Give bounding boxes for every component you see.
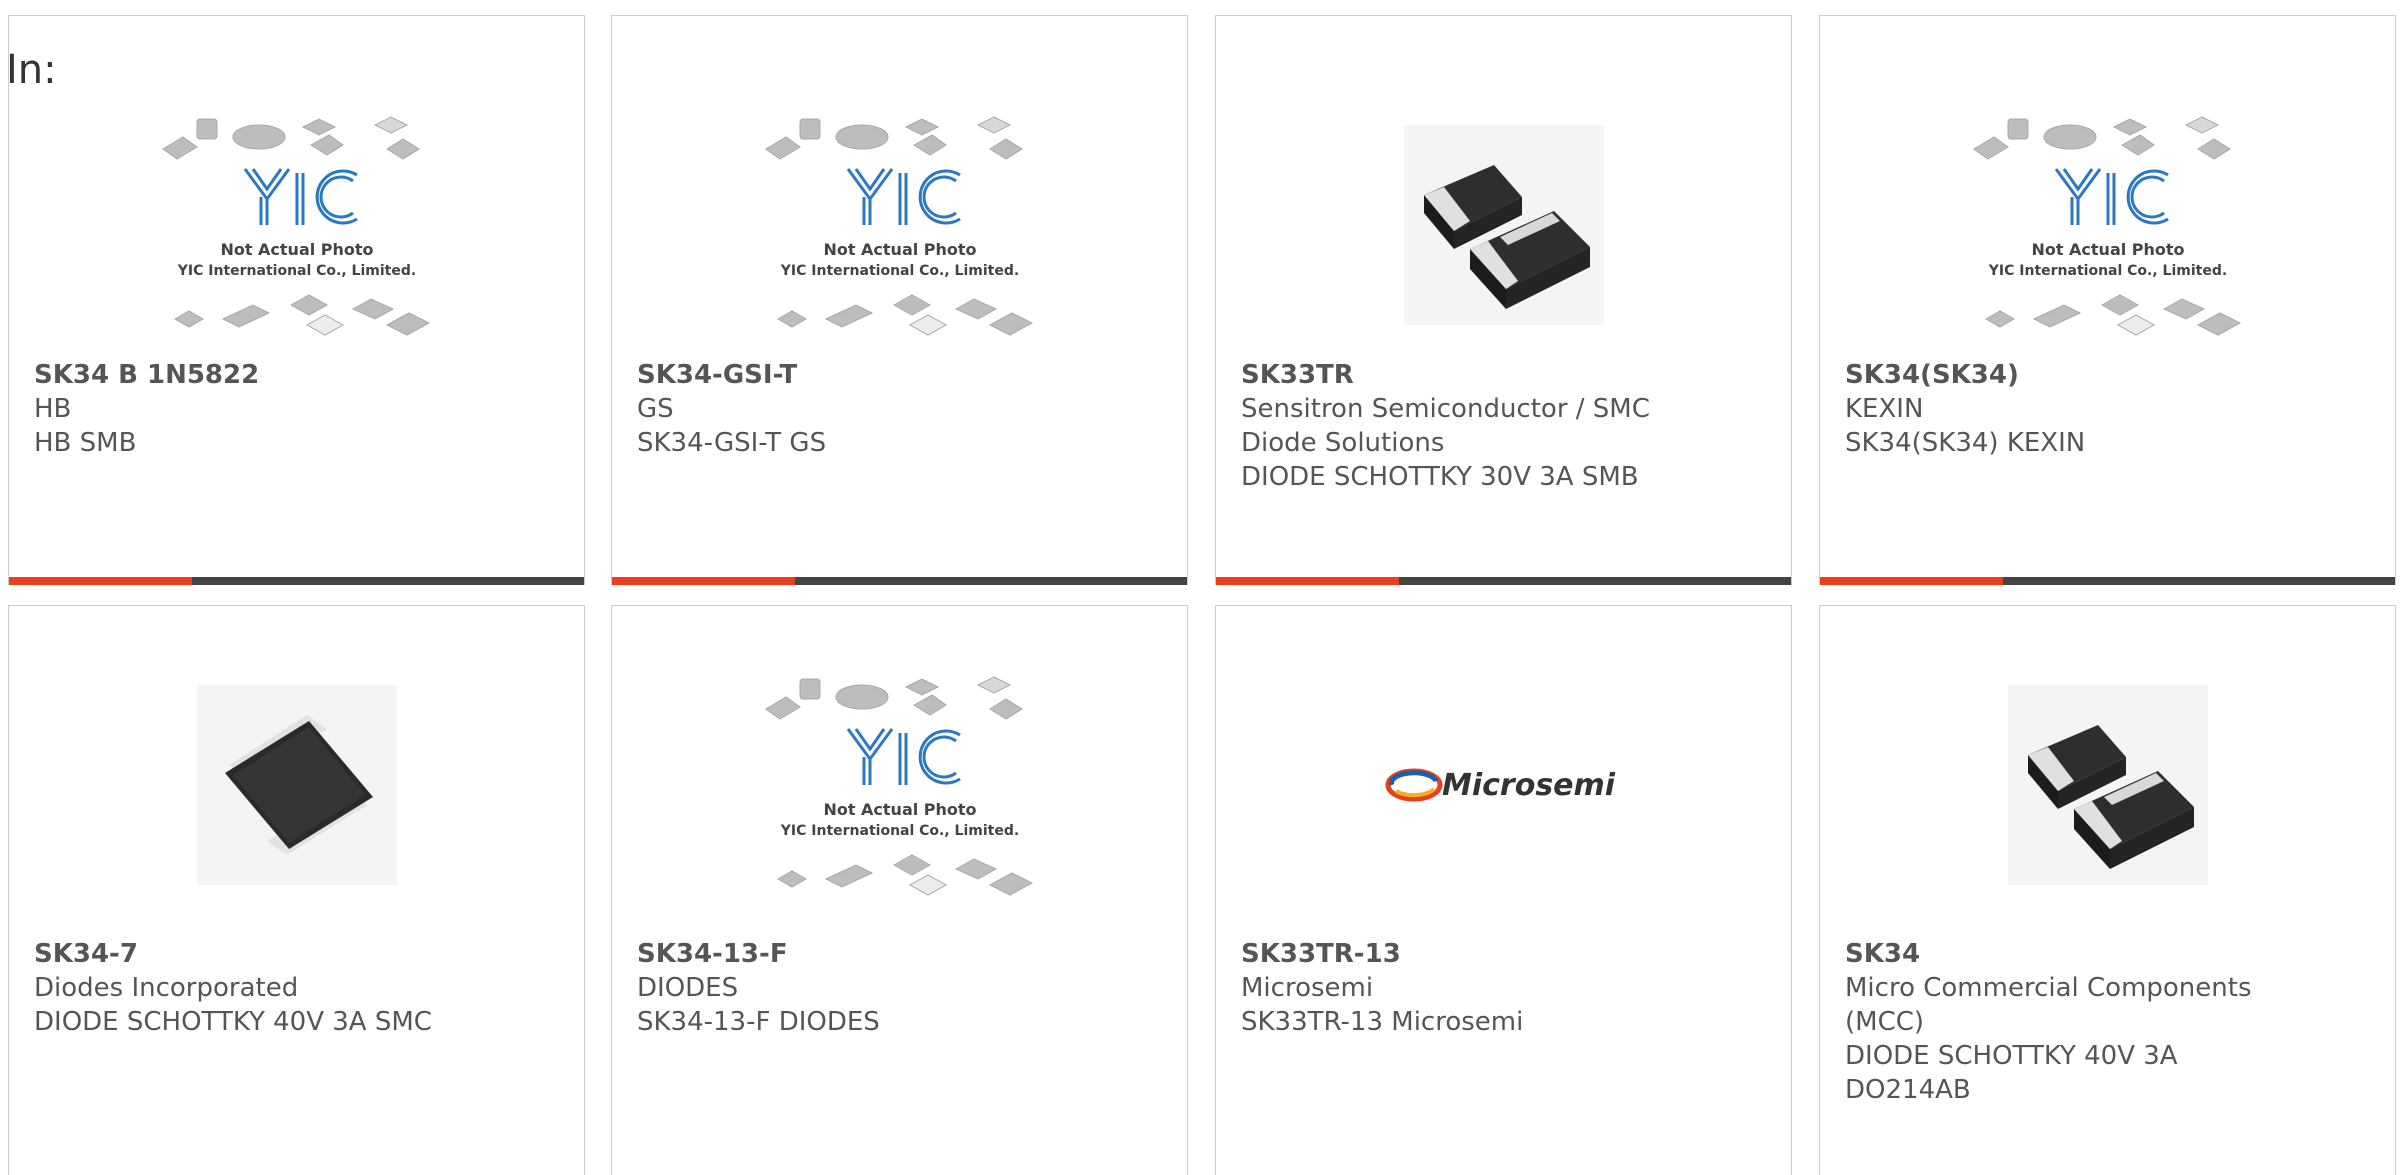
placeholder-line2: YIC International Co., Limited. bbox=[1987, 263, 2226, 279]
card-accent-bar bbox=[1820, 577, 2395, 585]
manufacturer: DIODES bbox=[637, 973, 739, 1003]
microsemi-logo: Microsemi bbox=[1385, 768, 1616, 803]
product-image[interactable]: Not Actual Photo YIC International Co., … bbox=[1820, 90, 2395, 360]
product-card[interactable]: Not Actual Photo YIC International Co., … bbox=[611, 605, 1188, 1175]
product-image[interactable] bbox=[9, 650, 584, 920]
description: SK34-GSI-T GS bbox=[637, 428, 827, 458]
yic-placeholder-icon: Not Actual Photo YIC International Co., … bbox=[764, 676, 1033, 896]
placeholder-line2: YIC International Co., Limited. bbox=[779, 263, 1018, 279]
product-image[interactable] bbox=[1216, 90, 1791, 360]
description: HB SMB bbox=[34, 428, 137, 458]
product-card[interactable]: SK33TR Sensitron Semiconductor / SMC Dio… bbox=[1215, 15, 1792, 585]
part-number[interactable]: SK34-13-F bbox=[637, 937, 1162, 971]
placeholder-line2: YIC International Co., Limited. bbox=[176, 263, 415, 279]
description: SK34(SK34) KEXIN bbox=[1845, 428, 2086, 458]
product-image[interactable]: Not Actual Photo YIC International Co., … bbox=[9, 90, 584, 360]
description: SK33TR-13 Microsemi bbox=[1241, 1007, 1524, 1037]
description-cont: DO214AB bbox=[1845, 1075, 1971, 1105]
description: DIODE SCHOTTKY 30V 3A SMB bbox=[1241, 462, 1639, 492]
manufacturer-cont: (MCC) bbox=[1845, 1007, 1925, 1037]
product-image[interactable]: Not Actual Photo YIC International Co., … bbox=[612, 90, 1187, 360]
card-accent-bar bbox=[612, 577, 1187, 585]
microsemi-logo-text: Microsemi bbox=[1442, 768, 1616, 803]
manufacturer: KEXIN bbox=[1845, 394, 1924, 424]
yic-placeholder-icon: Not Actual Photo YIC International Co., … bbox=[161, 116, 430, 336]
product-card[interactable]: Not Actual Photo YIC International Co., … bbox=[8, 15, 585, 585]
manufacturer: Diodes Incorporated bbox=[34, 973, 299, 1003]
product-image[interactable]: Not Actual Photo YIC International Co., … bbox=[612, 650, 1187, 920]
yic-placeholder-icon: Not Actual Photo YIC International Co., … bbox=[764, 116, 1033, 336]
smd-diode-pair-icon bbox=[1403, 125, 1604, 325]
filter-label: In: bbox=[6, 47, 57, 93]
card-accent-bar bbox=[9, 577, 584, 585]
part-number[interactable]: SK34-GSI-T bbox=[637, 358, 1162, 392]
placeholder-line1: Not Actual Photo bbox=[220, 240, 373, 259]
product-image[interactable] bbox=[1820, 650, 2395, 920]
placeholder-line1: Not Actual Photo bbox=[823, 240, 976, 259]
smc-diode-icon bbox=[196, 685, 397, 885]
product-card[interactable]: Not Actual Photo YIC International Co., … bbox=[1819, 15, 2396, 585]
placeholder-line2: YIC International Co., Limited. bbox=[779, 823, 1018, 839]
manufacturer: GS bbox=[637, 394, 674, 424]
product-card[interactable]: Microsemi SK33TR-13 Microsemi SK33TR-13 … bbox=[1215, 605, 1792, 1175]
product-card[interactable]: Not Actual Photo YIC International Co., … bbox=[611, 15, 1188, 585]
manufacturer: Microsemi bbox=[1241, 973, 1374, 1003]
part-number[interactable]: SK34(SK34) bbox=[1845, 358, 2370, 392]
manufacturer: HB bbox=[34, 394, 72, 424]
part-number[interactable]: SK33TR bbox=[1241, 358, 1766, 392]
part-number[interactable]: SK33TR-13 bbox=[1241, 937, 1766, 971]
description: DIODE SCHOTTKY 40V 3A SMC bbox=[34, 1007, 432, 1037]
placeholder-line1: Not Actual Photo bbox=[2031, 240, 2184, 259]
product-card[interactable]: SK34-7 Diodes Incorporated DIODE SCHOTTK… bbox=[8, 605, 585, 1175]
description: DIODE SCHOTTKY 40V 3A bbox=[1845, 1041, 2178, 1071]
manufacturer-cont: Diode Solutions bbox=[1241, 428, 1445, 458]
manufacturer: Sensitron Semiconductor / SMC bbox=[1241, 394, 1650, 424]
part-number[interactable]: SK34 bbox=[1845, 937, 2370, 971]
card-accent-bar bbox=[1216, 577, 1791, 585]
part-number[interactable]: SK34 B 1N5822 bbox=[34, 358, 559, 392]
yic-placeholder-icon: Not Actual Photo YIC International Co., … bbox=[1972, 116, 2241, 336]
smd-diode-pair-icon bbox=[2007, 685, 2208, 885]
description: SK34-13-F DIODES bbox=[637, 1007, 880, 1037]
manufacturer: Micro Commercial Components bbox=[1845, 973, 2252, 1003]
product-card[interactable]: SK34 Micro Commercial Components (MCC) D… bbox=[1819, 605, 2396, 1175]
product-image[interactable]: Microsemi bbox=[1216, 650, 1791, 920]
placeholder-line1: Not Actual Photo bbox=[823, 800, 976, 819]
part-number[interactable]: SK34-7 bbox=[34, 937, 559, 971]
